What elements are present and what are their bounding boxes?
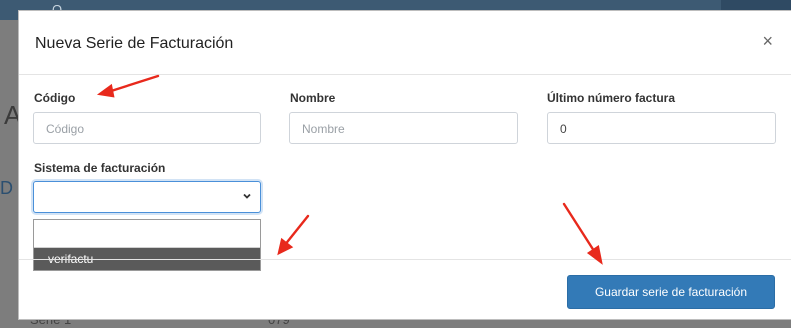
- dialog-footer-divider: [19, 259, 791, 260]
- new-billing-series-dialog: Nueva Serie de Facturación × Código Códi…: [18, 10, 791, 320]
- nombre-input[interactable]: Nombre: [289, 112, 518, 144]
- background-tab-fragment: D: [0, 178, 13, 198]
- chevron-down-icon: [243, 193, 251, 199]
- dropdown-search-input[interactable]: [34, 220, 260, 248]
- sistema-facturacion-dropdown: verifactu: [33, 219, 261, 271]
- close-icon[interactable]: ×: [762, 31, 773, 52]
- save-billing-series-button[interactable]: Guardar serie de facturación: [567, 275, 775, 309]
- codigo-label: Código: [34, 91, 76, 105]
- sistema-facturacion-select[interactable]: [33, 181, 261, 213]
- ultimo-numero-label: Último número factura: [547, 91, 676, 105]
- sistema-facturacion-label: Sistema de facturación: [34, 161, 166, 175]
- dialog-title: Nueva Serie de Facturación: [35, 35, 234, 52]
- dialog-header: Nueva Serie de Facturación ×: [19, 11, 791, 75]
- codigo-input[interactable]: Código: [33, 112, 261, 144]
- nombre-label: Nombre: [290, 91, 336, 105]
- ultimo-numero-input[interactable]: 0: [547, 112, 776, 144]
